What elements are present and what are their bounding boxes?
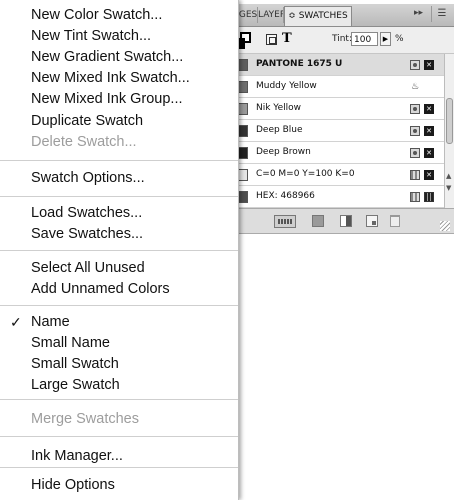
swatch-toolbar: T Tint: 100 ▶ % xyxy=(228,27,454,54)
menu-item-hide-options[interactable]: Hide Options xyxy=(0,476,238,498)
tab-layers[interactable]: LAYERS xyxy=(258,7,284,23)
menu-item-merge-swatches: Merge Swatches xyxy=(0,410,238,432)
menu-item-new-tint-swatch[interactable]: New Tint Swatch... xyxy=(0,27,238,49)
no-edit-icon: ✕ xyxy=(424,148,434,158)
menu-item-label: New Tint Swatch... xyxy=(31,28,152,44)
swatch-scrollbar[interactable]: ▲ ▼ xyxy=(444,54,454,208)
swatch-row[interactable]: Deep Brown ✕ xyxy=(228,142,444,164)
tint-unit: % xyxy=(395,34,404,44)
formatting-container-icon[interactable] xyxy=(266,34,277,45)
menu-item-label: New Color Swatch... xyxy=(31,7,163,23)
panel-tab-bar: PAGES LAYERS ≎ SWATCHES ▸▸ ☰ xyxy=(228,4,454,27)
process-icon xyxy=(410,170,420,180)
menu-item-label: Ink Manager... xyxy=(31,448,123,464)
menu-item-large-swatch[interactable]: Large Swatch xyxy=(0,376,238,398)
menu-item-select-all-unused[interactable]: Select All Unused xyxy=(0,259,238,281)
menu-item-label: Save Swatches... xyxy=(31,226,144,242)
menu-item-label: Load Swatches... xyxy=(31,205,143,221)
swatch-name: C=0 M=0 Y=100 K=0 xyxy=(256,169,355,179)
menu-item-ink-manager[interactable]: Ink Manager... xyxy=(0,447,238,469)
swatch-row[interactable]: Nik Yellow ✕ xyxy=(228,98,444,120)
menu-separator xyxy=(0,196,238,197)
menu-separator xyxy=(0,436,238,437)
spot-icon xyxy=(410,148,420,158)
menu-item-label: Duplicate Swatch xyxy=(31,113,144,129)
menu-item-label: Delete Swatch... xyxy=(31,134,137,150)
no-edit-icon: ✕ xyxy=(424,126,434,136)
scroll-up-icon[interactable]: ▲ xyxy=(446,172,451,180)
menu-item-label: Add Unnamed Colors xyxy=(31,281,170,297)
menu-item-label: New Mixed Ink Swatch... xyxy=(31,70,190,86)
menu-item-new-color-swatch[interactable]: New Color Swatch... xyxy=(0,6,238,28)
swatches-panel: PAGES LAYERS ≎ SWATCHES ▸▸ ☰ T Tint: 100… xyxy=(228,4,454,500)
swatch-row[interactable]: Muddy Yellow ♨ xyxy=(228,76,444,98)
tint-slider-button[interactable]: ▶ xyxy=(380,32,391,46)
menu-item-label: Small Swatch xyxy=(31,356,119,372)
checkmark-icon: ✓ xyxy=(10,314,22,330)
tint-input[interactable]: 100 xyxy=(351,32,378,46)
trash-icon[interactable] xyxy=(390,215,400,227)
spot-icon xyxy=(410,60,420,70)
mixed-ink-icon: ♨ xyxy=(410,82,420,92)
cmyk-icon xyxy=(424,192,434,202)
menu-item-delete-swatch: Delete Swatch... xyxy=(0,133,238,155)
tab-swatches[interactable]: ≎ SWATCHES xyxy=(284,6,352,26)
menu-item-label: Name xyxy=(31,314,70,330)
panel-menu-icon[interactable]: ☰ xyxy=(431,6,452,22)
no-edit-icon: ✕ xyxy=(424,60,434,70)
new-swatch-icon[interactable] xyxy=(366,215,378,227)
menu-item-label: Swatch Options... xyxy=(31,170,145,186)
spot-icon xyxy=(410,104,420,114)
menu-separator xyxy=(0,160,238,161)
no-edit-icon: ✕ xyxy=(424,104,434,114)
show-all-swatches-icon[interactable] xyxy=(274,215,296,228)
menu-item-swatch-options[interactable]: Swatch Options... xyxy=(0,169,238,191)
menu-item-label: New Mixed Ink Group... xyxy=(31,91,183,107)
menu-separator xyxy=(0,399,238,400)
menu-separator xyxy=(0,250,238,251)
swatch-name: Deep Brown xyxy=(256,147,311,157)
collapse-panel-icon[interactable]: ▸▸ xyxy=(414,8,423,18)
menu-item-load-swatches[interactable]: Load Swatches... xyxy=(0,204,238,226)
menu-item-new-mixed-ink-swatch[interactable]: New Mixed Ink Swatch... xyxy=(0,69,238,91)
resize-grip-icon[interactable] xyxy=(440,221,450,231)
swatch-row[interactable]: HEX: 468966 xyxy=(228,186,444,208)
menu-item-label: Hide Options xyxy=(31,477,115,493)
spot-icon xyxy=(410,126,420,136)
menu-item-name[interactable]: ✓ Name xyxy=(0,313,238,335)
swatch-name: Deep Blue xyxy=(256,125,303,135)
show-gradient-swatches-icon[interactable] xyxy=(340,215,352,227)
menu-item-small-name[interactable]: Small Name xyxy=(0,334,238,356)
swatches-flyout-menu: New Color Swatch... New Tint Swatch... New… xyxy=(0,0,239,500)
menu-item-label: Large Swatch xyxy=(31,377,120,393)
menu-item-save-swatches[interactable]: Save Swatches... xyxy=(0,225,238,247)
menu-separator xyxy=(0,305,238,306)
formatting-text-icon[interactable]: T xyxy=(282,31,292,46)
menu-item-new-mixed-ink-group[interactable]: New Mixed Ink Group... xyxy=(0,90,238,112)
process-icon xyxy=(410,192,420,202)
swatch-row[interactable]: PANTONE 1675 U ✕ xyxy=(228,54,444,76)
show-color-swatches-icon[interactable] xyxy=(312,215,324,227)
swatch-name: Nik Yellow xyxy=(256,103,302,113)
menu-item-label: Select All Unused xyxy=(31,260,145,276)
swatch-name: Muddy Yellow xyxy=(256,81,317,91)
swatch-name: PANTONE 1675 U xyxy=(256,59,343,69)
swatch-row[interactable]: C=0 M=0 Y=100 K=0 ✕ xyxy=(228,164,444,186)
menu-item-add-unnamed-colors[interactable]: Add Unnamed Colors xyxy=(0,280,238,302)
menu-item-new-gradient-swatch[interactable]: New Gradient Swatch... xyxy=(0,48,238,70)
swatch-name: HEX: 468966 xyxy=(256,191,315,201)
scroll-thumb[interactable] xyxy=(446,98,453,144)
menu-item-label: Merge Swatches xyxy=(31,411,139,427)
panel-bottom-bar xyxy=(228,208,454,234)
menu-item-small-swatch[interactable]: Small Swatch xyxy=(0,355,238,377)
tint-label: Tint: xyxy=(332,34,352,44)
menu-item-label: Small Name xyxy=(31,335,110,351)
no-edit-icon: ✕ xyxy=(424,170,434,180)
scroll-down-icon[interactable]: ▼ xyxy=(446,184,451,192)
swatch-row[interactable]: Deep Blue ✕ xyxy=(228,120,444,142)
menu-item-label: New Gradient Swatch... xyxy=(31,49,184,65)
swatch-list: PANTONE 1675 U ✕ Muddy Yellow ♨ Nik Yellow ✕ D… xyxy=(228,54,444,208)
menu-item-duplicate-swatch[interactable]: Duplicate Swatch xyxy=(0,112,238,134)
